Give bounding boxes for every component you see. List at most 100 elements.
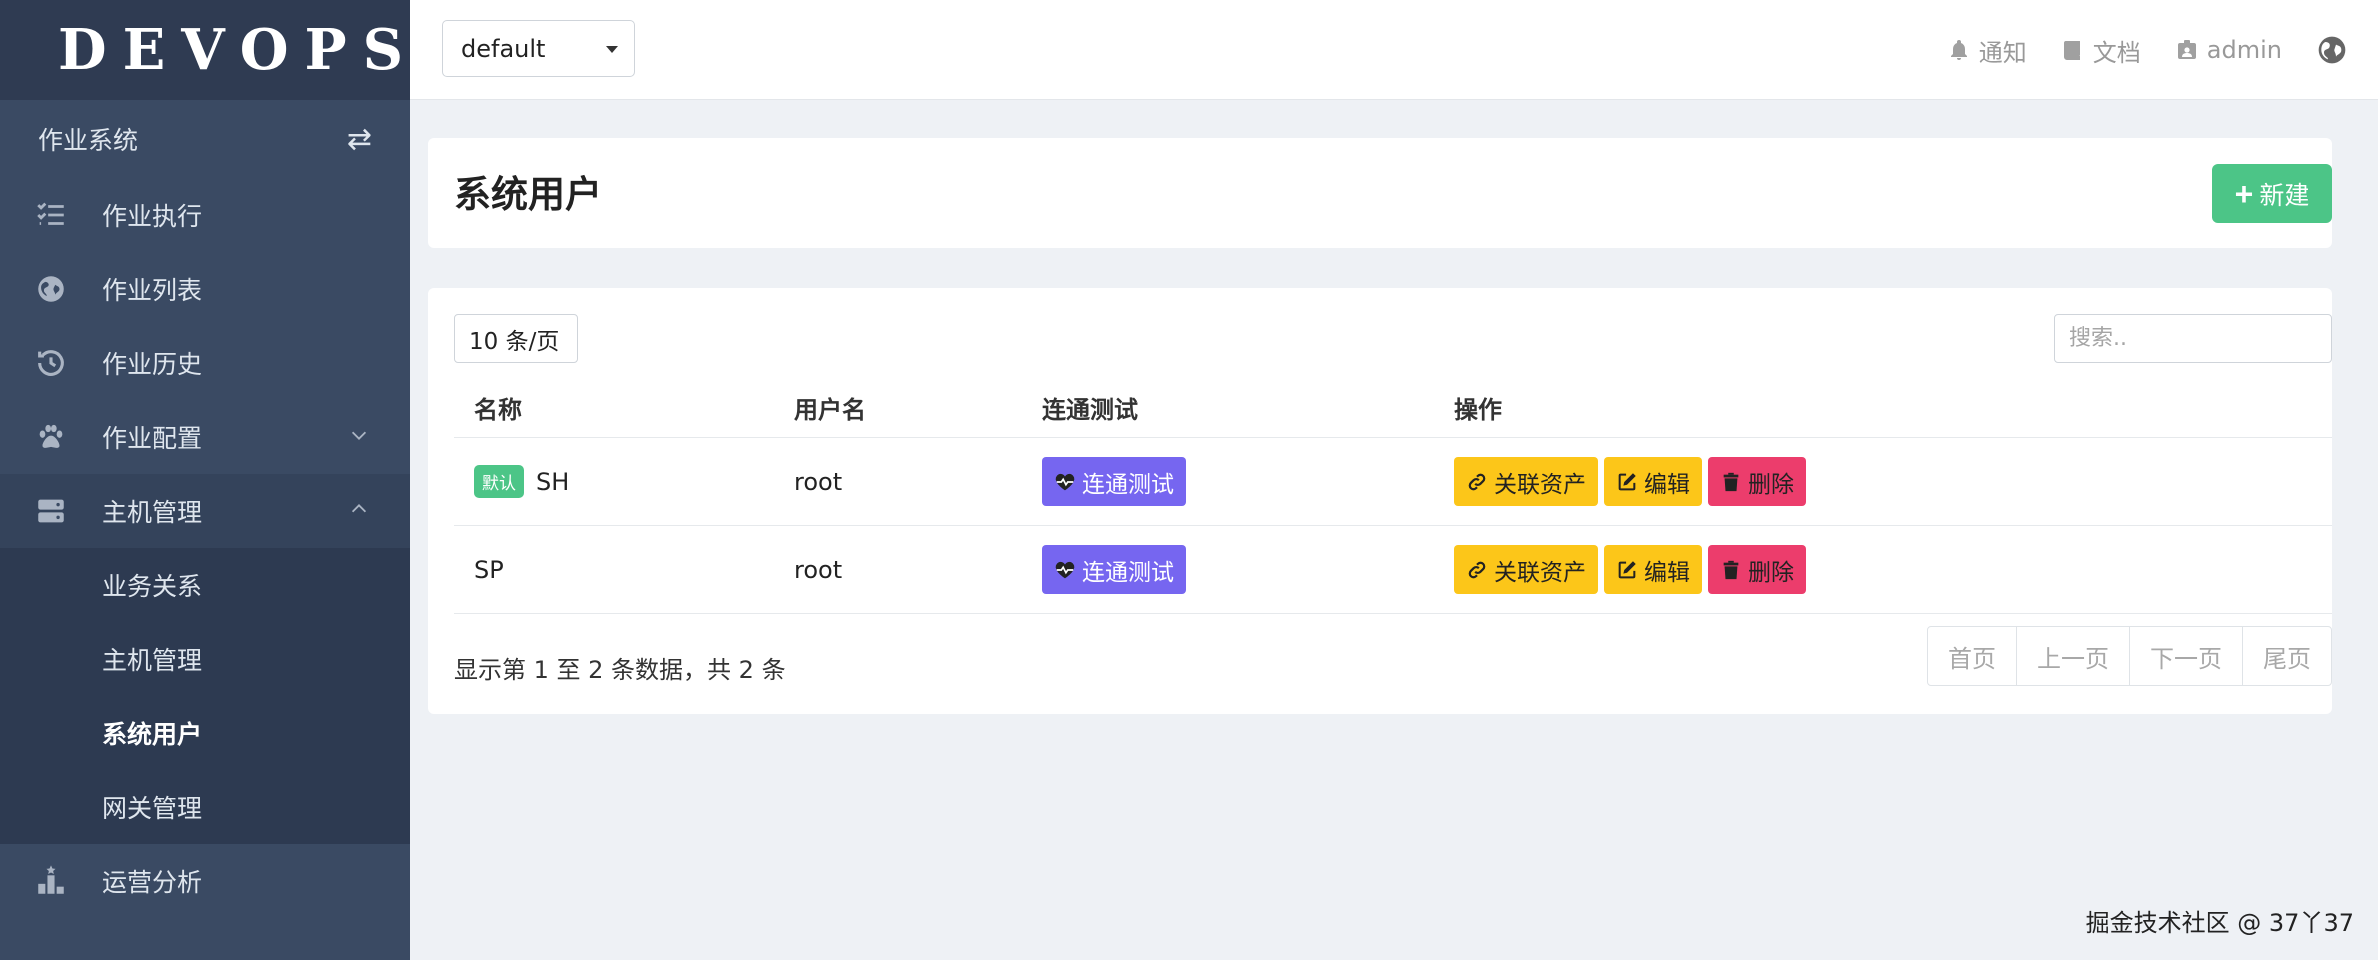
delete-button[interactable]: 删除 [1708,545,1806,594]
actions-cell: 关联资产 编辑 删除 [1454,526,1806,613]
delete-label: 删除 [1748,470,1794,497]
sidebar-subitem-gateway[interactable]: 网关管理 [0,770,410,844]
pagination: 首页 上一页 下一页 尾页 [1927,626,2332,686]
page-size-select[interactable]: 10 条/页 [454,314,578,363]
chevron-down-icon [351,431,367,440]
connectivity-cell: 连通测试 [1042,526,1186,613]
notify-link[interactable]: 通知 [1947,33,2027,68]
link-icon [1468,473,1486,490]
sidebar-item-label: 运营分析 [102,868,203,897]
username-cell: root [794,555,843,584]
edit-label: 编辑 [1644,558,1690,585]
project-select-value: default [461,34,546,63]
book-icon [2063,41,2080,60]
user-label: admin [2206,36,2282,64]
docs-label: 文档 [2092,38,2141,67]
name-cell: SP [474,555,504,584]
project-select[interactable]: default [442,20,635,77]
sidebar-item-job-config[interactable]: 作业配置 [0,400,410,474]
sidebar-item-job-run[interactable]: 作业执行 [0,178,410,252]
sidebar-item-job-history[interactable]: 作业历史 [0,326,410,400]
docs-link[interactable]: 文档 [2061,33,2141,68]
edit-button[interactable]: 编辑 [1604,457,1702,506]
edit-label: 编辑 [1644,470,1690,497]
swap-icon[interactable]: ⇄ [347,122,372,157]
caret-down-icon [606,46,618,53]
delete-button[interactable]: 删除 [1708,457,1806,506]
server-icon [34,494,68,528]
page-title: 系统用户 [454,173,602,216]
link-icon [1468,561,1486,578]
sidebar-item-label: 作业配置 [102,424,203,453]
header-actions: 操作 [1454,396,1502,424]
paw-icon [34,420,68,454]
table-row: 默认 SH root 连通测试 关联资产 编辑 删除 [454,438,2332,526]
sidebar-item-analytics[interactable]: 运营分析 [0,844,410,918]
edit-icon [1618,560,1636,578]
header-name[interactable]: 名称 [474,378,522,437]
page-next-button[interactable]: 下一页 [2129,627,2242,685]
connectivity-cell: 连通测试 [1042,438,1186,525]
new-button-label: 新建 [2259,181,2310,210]
actions-cell: 关联资产 编辑 删除 [1454,438,1806,525]
header-connectivity[interactable]: 连通测试 [1042,378,1138,437]
sidebar-subitem-hosts[interactable]: 主机管理 [0,622,410,696]
new-button[interactable]: + 新建 [2212,164,2332,223]
test-connection-button[interactable]: 连通测试 [1042,545,1186,594]
sidebar: DEVOPS 作业系统 ⇄ 作业执行 作业列表 作业历史 作业配置 主机管理 业… [0,0,410,960]
link-assets-label: 关联资产 [1494,558,1586,585]
history-icon [34,346,68,380]
sidebar-item-job-list[interactable]: 作业列表 [0,252,410,326]
system-label: 作业系统 [38,126,139,155]
logo-text: DEVOPS [58,17,420,83]
globe-icon [2318,36,2346,64]
sidebar-item-label: 作业列表 [102,276,203,305]
table-card: 10 条/页 名称 用户名 连通测试 操作 默认 SH root 连通测试 关联… [428,288,2332,714]
link-assets-label: 关联资产 [1494,470,1586,497]
id-badge-icon [2177,40,2196,59]
plus-icon: + [2234,175,2254,212]
host-submenu: 业务关系 主机管理 系统用户 网关管理 [0,548,410,844]
table-row: SP root 连通测试 关联资产 编辑 删除 [454,526,2332,614]
user-menu[interactable]: admin [2175,36,2282,64]
heartbeat-icon [1055,561,1075,578]
page-header-card: 系统用户 + 新建 [428,138,2332,248]
page-first-button[interactable]: 首页 [1928,627,2016,685]
page-prev-button[interactable]: 上一页 [2016,627,2129,685]
delete-label: 删除 [1748,558,1794,585]
sidebar-item-label: 作业执行 [102,202,203,231]
tasks-icon [34,198,68,232]
header-username[interactable]: 用户名 [794,378,866,437]
default-badge: 默认 [474,465,524,498]
sidebar-item-label: 作业历史 [102,350,203,379]
edit-button[interactable]: 编辑 [1604,545,1702,594]
trash-icon [1723,560,1739,579]
notify-label: 通知 [1978,38,2027,67]
table-header: 名称 用户名 连通测试 操作 [454,378,2332,438]
logo[interactable]: DEVOPS [0,0,410,100]
credit-watermark: 掘金技术社区 @ 37丫37 [2085,909,2354,937]
test-connection-button[interactable]: 连通测试 [1042,457,1186,506]
sidebar-subitem-business[interactable]: 业务关系 [0,548,410,622]
table-info: 显示第 1 至 2 条数据，共 2 条 [454,656,786,684]
search-input[interactable] [2054,314,2332,363]
system-switcher[interactable]: 作业系统 ⇄ [0,100,410,178]
sidebar-subitem-system-users[interactable]: 系统用户 [0,696,410,770]
bell-icon [1950,40,1967,60]
name-cell: 默认 SH [474,438,569,525]
test-connection-label: 连通测试 [1082,470,1174,497]
username-cell: root [794,467,843,496]
sidebar-item-host-management[interactable]: 主机管理 [0,474,410,548]
topbar: default 通知 文档 admin [410,0,2378,100]
edit-icon [1618,472,1636,490]
page-last-button[interactable]: 尾页 [2242,627,2331,685]
topbar-actions: 通知 文档 admin [1947,0,2348,100]
link-assets-button[interactable]: 关联资产 [1454,545,1598,594]
chart-icon [34,864,68,898]
sidebar-item-label: 主机管理 [102,498,203,527]
language-switch[interactable] [2316,34,2348,66]
name-text: SH [536,467,570,496]
trash-icon [1723,472,1739,491]
link-assets-button[interactable]: 关联资产 [1454,457,1598,506]
globe-icon [34,272,68,306]
